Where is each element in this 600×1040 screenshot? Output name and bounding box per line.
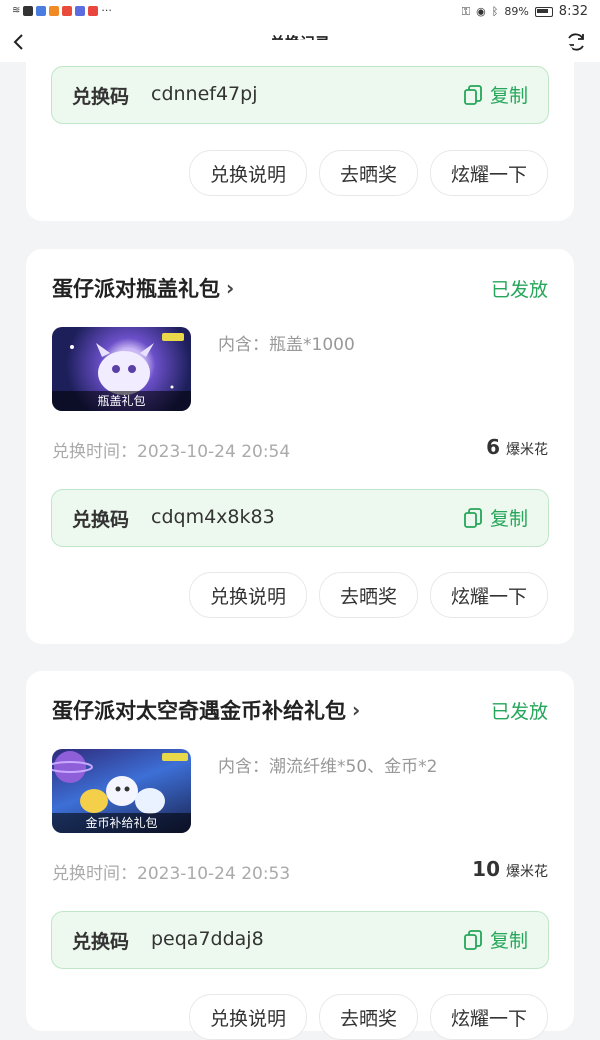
copy-icon	[464, 84, 482, 105]
code-label: 兑换码	[72, 86, 130, 108]
price-value: 6	[486, 435, 500, 459]
clock: 8:32	[558, 4, 588, 19]
redeem-code: cdqm4x8k83	[151, 506, 275, 528]
redeem-record-card: 蛋仔派对太空奇遇金币补给礼包 › 已发放 金币补给礼包 内含：潮流纤维*50、金…	[26, 671, 574, 1040]
price-unit: 爆米花	[506, 864, 548, 880]
code-label: 兑换码	[72, 509, 130, 531]
redeem-instructions-button[interactable]: 兑换说明	[188, 994, 307, 1040]
app-notification-icon	[88, 5, 99, 16]
copy-button[interactable]: 复制	[462, 81, 528, 108]
share-prize-button[interactable]: 去晒奖	[318, 994, 418, 1040]
price-value: 10	[472, 857, 500, 881]
key-icon: ⚿	[461, 4, 471, 18]
redeem-record-card: 兑换码 cdnnef47pj 复制 兑换说明 去晒奖 炫耀一下	[26, 40, 574, 221]
gift-title: 蛋仔派对太空奇遇金币补给礼包	[52, 699, 346, 723]
share-prize-button[interactable]: 去晒奖	[318, 572, 418, 618]
copy-button[interactable]: 复制	[462, 926, 528, 953]
price: 6 爆米花	[486, 435, 548, 459]
gift-title-link[interactable]: 蛋仔派对瓶盖礼包 ›	[52, 273, 234, 303]
redeem-code: cdnnef47pj	[151, 83, 258, 105]
status-icons-right: ⚿ ◉ ᛒ 89% 8:32	[462, 4, 588, 19]
app-notification-icon	[62, 5, 73, 16]
redeem-record-card: 蛋仔派对瓶盖礼包 › 已发放 瓶盖礼包 内含：瓶盖*1000 兑换时间：2023…	[26, 249, 574, 644]
code-label: 兑换码	[72, 931, 130, 953]
redeem-code-box: 兑换码 cdqm4x8k83 复制	[51, 489, 549, 547]
copy-label: 复制	[489, 85, 528, 107]
gift-title: 蛋仔派对瓶盖礼包	[52, 277, 220, 301]
redeem-instructions-button[interactable]: 兑换说明	[188, 572, 307, 618]
redeem-code-box: 兑换码 cdnnef47pj 复制	[51, 66, 549, 124]
show-off-button[interactable]: 炫耀一下	[429, 994, 548, 1040]
app-notification-icon	[75, 5, 86, 16]
redeem-time: 兑换时间：2023-10-24 20:53	[52, 864, 291, 884]
redeem-time: 兑换时间：2023-10-24 20:54	[52, 442, 291, 462]
gift-thumbnail[interactable]: 瓶盖礼包	[52, 327, 191, 411]
wifi-icon: ≋	[12, 5, 21, 16]
status-icons-left: ≋ ···	[12, 4, 112, 17]
share-prize-button[interactable]: 去晒奖	[318, 150, 418, 196]
redeem-code-box: 兑换码 peqa7ddaj8 复制	[51, 911, 549, 969]
battery-icon	[534, 6, 553, 17]
chevron-right-icon: ›	[226, 276, 235, 300]
gift-contents: 内含：瓶盖*1000	[218, 335, 355, 355]
thumbnail-caption: 金币补给礼包	[52, 813, 191, 833]
app-notification-icon	[23, 5, 34, 16]
card-actions: 兑换说明 去晒奖 炫耀一下	[188, 572, 548, 618]
app-notification-icon	[49, 5, 60, 16]
gift-contents: 内含：潮流纤维*50、金币*2	[218, 757, 438, 777]
copy-icon	[464, 507, 482, 528]
status-badge: 已发放	[490, 701, 548, 723]
gift-title-link[interactable]: 蛋仔派对太空奇遇金币补给礼包 ›	[52, 695, 360, 725]
show-off-button[interactable]: 炫耀一下	[429, 150, 548, 196]
chevron-right-icon: ›	[352, 698, 361, 722]
redeem-instructions-button[interactable]: 兑换说明	[188, 150, 307, 196]
redeem-code: peqa7ddaj8	[151, 928, 264, 950]
more-icon: ···	[101, 4, 112, 17]
status-badge: 已发放	[490, 279, 548, 301]
bluetooth-icon: ᛒ	[491, 5, 499, 18]
show-off-button[interactable]: 炫耀一下	[429, 572, 548, 618]
thumbnail-caption: 瓶盖礼包	[52, 391, 191, 411]
app-notification-icon	[36, 5, 47, 16]
gift-thumbnail[interactable]: 金币补给礼包	[52, 749, 191, 833]
eye-icon: ◉	[476, 5, 486, 18]
status-bar: ≋ ··· ⚿ ◉ ᛒ 89% 8:32	[0, 0, 600, 22]
copy-button[interactable]: 复制	[462, 504, 528, 531]
copy-label: 复制	[489, 508, 528, 530]
copy-label: 复制	[489, 930, 528, 952]
copy-icon	[464, 929, 482, 950]
price: 10 爆米花	[472, 857, 548, 881]
card-actions: 兑换说明 去晒奖 炫耀一下	[188, 150, 548, 196]
battery-percent: 89%	[504, 5, 529, 18]
price-unit: 爆米花	[506, 442, 548, 458]
card-actions: 兑换说明 去晒奖 炫耀一下	[188, 994, 548, 1040]
